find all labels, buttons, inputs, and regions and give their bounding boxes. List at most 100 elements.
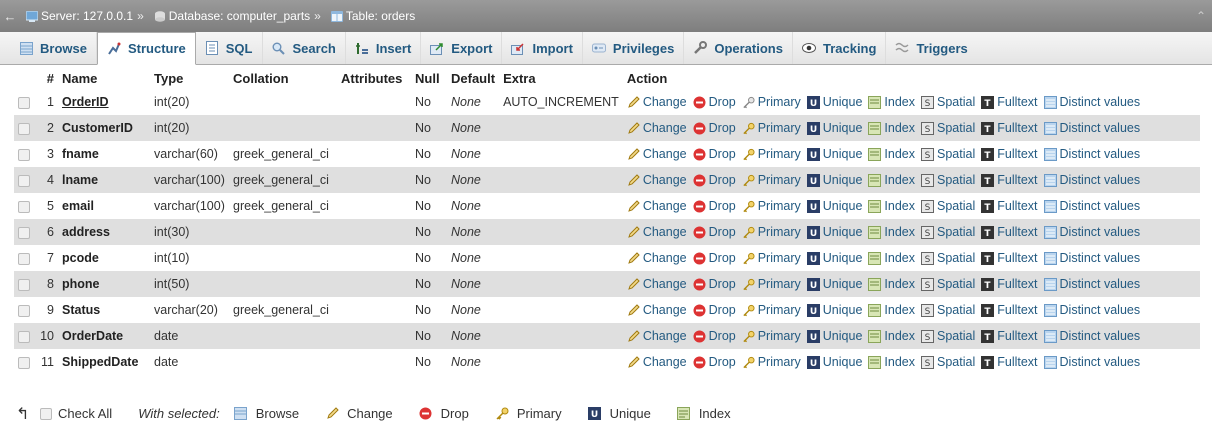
- action-distinct-values[interactable]: Distinct values: [1043, 303, 1140, 317]
- action-fulltext[interactable]: T Fulltext: [981, 173, 1038, 187]
- action-drop[interactable]: Drop: [693, 95, 736, 109]
- action-primary[interactable]: Primary: [742, 251, 801, 265]
- row-checkbox[interactable]: [18, 96, 30, 109]
- row-checkbox[interactable]: [18, 304, 30, 317]
- action-index[interactable]: Index: [868, 225, 915, 239]
- action-distinct-values[interactable]: Distinct values: [1043, 121, 1140, 135]
- action-drop[interactable]: Drop: [693, 173, 736, 187]
- tab-export[interactable]: Export: [421, 32, 503, 64]
- collapse-icon[interactable]: ⌃: [1196, 9, 1206, 23]
- action-drop[interactable]: Drop: [693, 199, 736, 213]
- column-header-name[interactable]: Name: [58, 67, 150, 89]
- action-distinct-values[interactable]: Distinct values: [1043, 329, 1140, 343]
- action-index[interactable]: Index: [868, 277, 915, 291]
- action-spatial[interactable]: S Spatial: [921, 147, 975, 161]
- action-spatial[interactable]: S Spatial: [921, 199, 975, 213]
- action-spatial[interactable]: S Spatial: [921, 329, 975, 343]
- action-fulltext[interactable]: T Fulltext: [981, 225, 1038, 239]
- action-drop[interactable]: Drop: [693, 251, 736, 265]
- action-distinct-values[interactable]: Distinct values: [1043, 225, 1140, 239]
- action-distinct-values[interactable]: Distinct values: [1043, 251, 1140, 265]
- action-change[interactable]: Change: [627, 251, 687, 265]
- action-change[interactable]: Change: [627, 277, 687, 291]
- action-unique[interactable]: U Unique: [806, 355, 862, 369]
- action-index[interactable]: Index: [868, 121, 915, 135]
- action-index[interactable]: Index: [868, 95, 915, 109]
- action-index[interactable]: Index: [868, 329, 915, 343]
- action-fulltext[interactable]: T Fulltext: [981, 329, 1038, 343]
- tab-search[interactable]: Search: [263, 32, 346, 64]
- row-checkbox[interactable]: [18, 252, 30, 265]
- action-unique[interactable]: U Unique: [806, 329, 862, 343]
- action-change[interactable]: Change: [627, 329, 687, 343]
- action-change[interactable]: Change: [627, 121, 687, 135]
- row-checkbox[interactable]: [18, 200, 30, 213]
- action-drop[interactable]: Drop: [693, 303, 736, 317]
- check-all-label[interactable]: Check All: [58, 406, 112, 421]
- action-primary[interactable]: Primary: [742, 225, 801, 239]
- action-drop[interactable]: Drop: [693, 225, 736, 239]
- tab-privileges[interactable]: Privileges: [583, 32, 685, 64]
- action-index[interactable]: Index: [868, 199, 915, 213]
- breadcrumb-server[interactable]: Server: 127.0.0.1: [41, 9, 133, 23]
- breadcrumb-database[interactable]: Database: computer_parts: [169, 9, 310, 23]
- action-change[interactable]: Change: [627, 147, 687, 161]
- row-checkbox[interactable]: [18, 148, 30, 161]
- action-drop[interactable]: Drop: [693, 121, 736, 135]
- action-index[interactable]: Index: [868, 355, 915, 369]
- action-drop[interactable]: Drop: [693, 277, 736, 291]
- action-primary[interactable]: Primary: [742, 147, 801, 161]
- row-checkbox[interactable]: [18, 278, 30, 291]
- action-drop[interactable]: Drop: [693, 355, 736, 369]
- bulk-primary-button[interactable]: Primary: [495, 406, 562, 421]
- action-unique[interactable]: U Unique: [806, 95, 862, 109]
- action-primary[interactable]: Primary: [742, 355, 801, 369]
- action-spatial[interactable]: S Spatial: [921, 251, 975, 265]
- action-spatial[interactable]: S Spatial: [921, 355, 975, 369]
- action-fulltext[interactable]: T Fulltext: [981, 199, 1038, 213]
- bulk-drop-button[interactable]: Drop: [419, 406, 469, 421]
- action-spatial[interactable]: S Spatial: [921, 225, 975, 239]
- action-unique[interactable]: U Unique: [806, 251, 862, 265]
- action-distinct-values[interactable]: Distinct values: [1043, 95, 1140, 109]
- action-change[interactable]: Change: [627, 225, 687, 239]
- action-unique[interactable]: U Unique: [806, 225, 862, 239]
- action-unique[interactable]: U Unique: [806, 277, 862, 291]
- action-fulltext[interactable]: T Fulltext: [981, 121, 1038, 135]
- action-index[interactable]: Index: [868, 173, 915, 187]
- action-drop[interactable]: Drop: [693, 329, 736, 343]
- action-primary[interactable]: Primary: [742, 329, 801, 343]
- action-distinct-values[interactable]: Distinct values: [1043, 277, 1140, 291]
- bulk-browse-button[interactable]: Browse: [234, 406, 299, 421]
- action-spatial[interactable]: S Spatial: [921, 303, 975, 317]
- action-distinct-values[interactable]: Distinct values: [1043, 355, 1140, 369]
- action-change[interactable]: Change: [627, 173, 687, 187]
- bulk-unique-button[interactable]: U Unique: [588, 406, 651, 421]
- action-unique[interactable]: U Unique: [806, 121, 862, 135]
- row-checkbox[interactable]: [18, 356, 30, 369]
- action-unique[interactable]: U Unique: [806, 147, 862, 161]
- action-primary[interactable]: Primary: [742, 303, 801, 317]
- action-spatial[interactable]: S Spatial: [921, 95, 975, 109]
- action-unique[interactable]: U Unique: [806, 173, 862, 187]
- action-primary[interactable]: Primary: [742, 173, 801, 187]
- row-checkbox[interactable]: [18, 122, 30, 135]
- action-change[interactable]: Change: [627, 355, 687, 369]
- action-primary[interactable]: Primary: [742, 121, 801, 135]
- action-index[interactable]: Index: [868, 251, 915, 265]
- action-unique[interactable]: U Unique: [806, 199, 862, 213]
- row-checkbox[interactable]: [18, 174, 30, 187]
- action-spatial[interactable]: S Spatial: [921, 173, 975, 187]
- check-all-checkbox[interactable]: [40, 407, 52, 420]
- row-checkbox[interactable]: [18, 330, 30, 343]
- action-primary[interactable]: Primary: [742, 199, 801, 213]
- action-fulltext[interactable]: T Fulltext: [981, 303, 1038, 317]
- action-index[interactable]: Index: [868, 147, 915, 161]
- action-distinct-values[interactable]: Distinct values: [1043, 147, 1140, 161]
- check-all[interactable]: Check All: [40, 406, 112, 421]
- action-change[interactable]: Change: [627, 199, 687, 213]
- tab-browse[interactable]: Browse: [10, 32, 97, 64]
- back-arrow-icon[interactable]: ←: [0, 9, 20, 24]
- bulk-index-button[interactable]: Index: [677, 406, 731, 421]
- action-fulltext[interactable]: T Fulltext: [981, 95, 1038, 109]
